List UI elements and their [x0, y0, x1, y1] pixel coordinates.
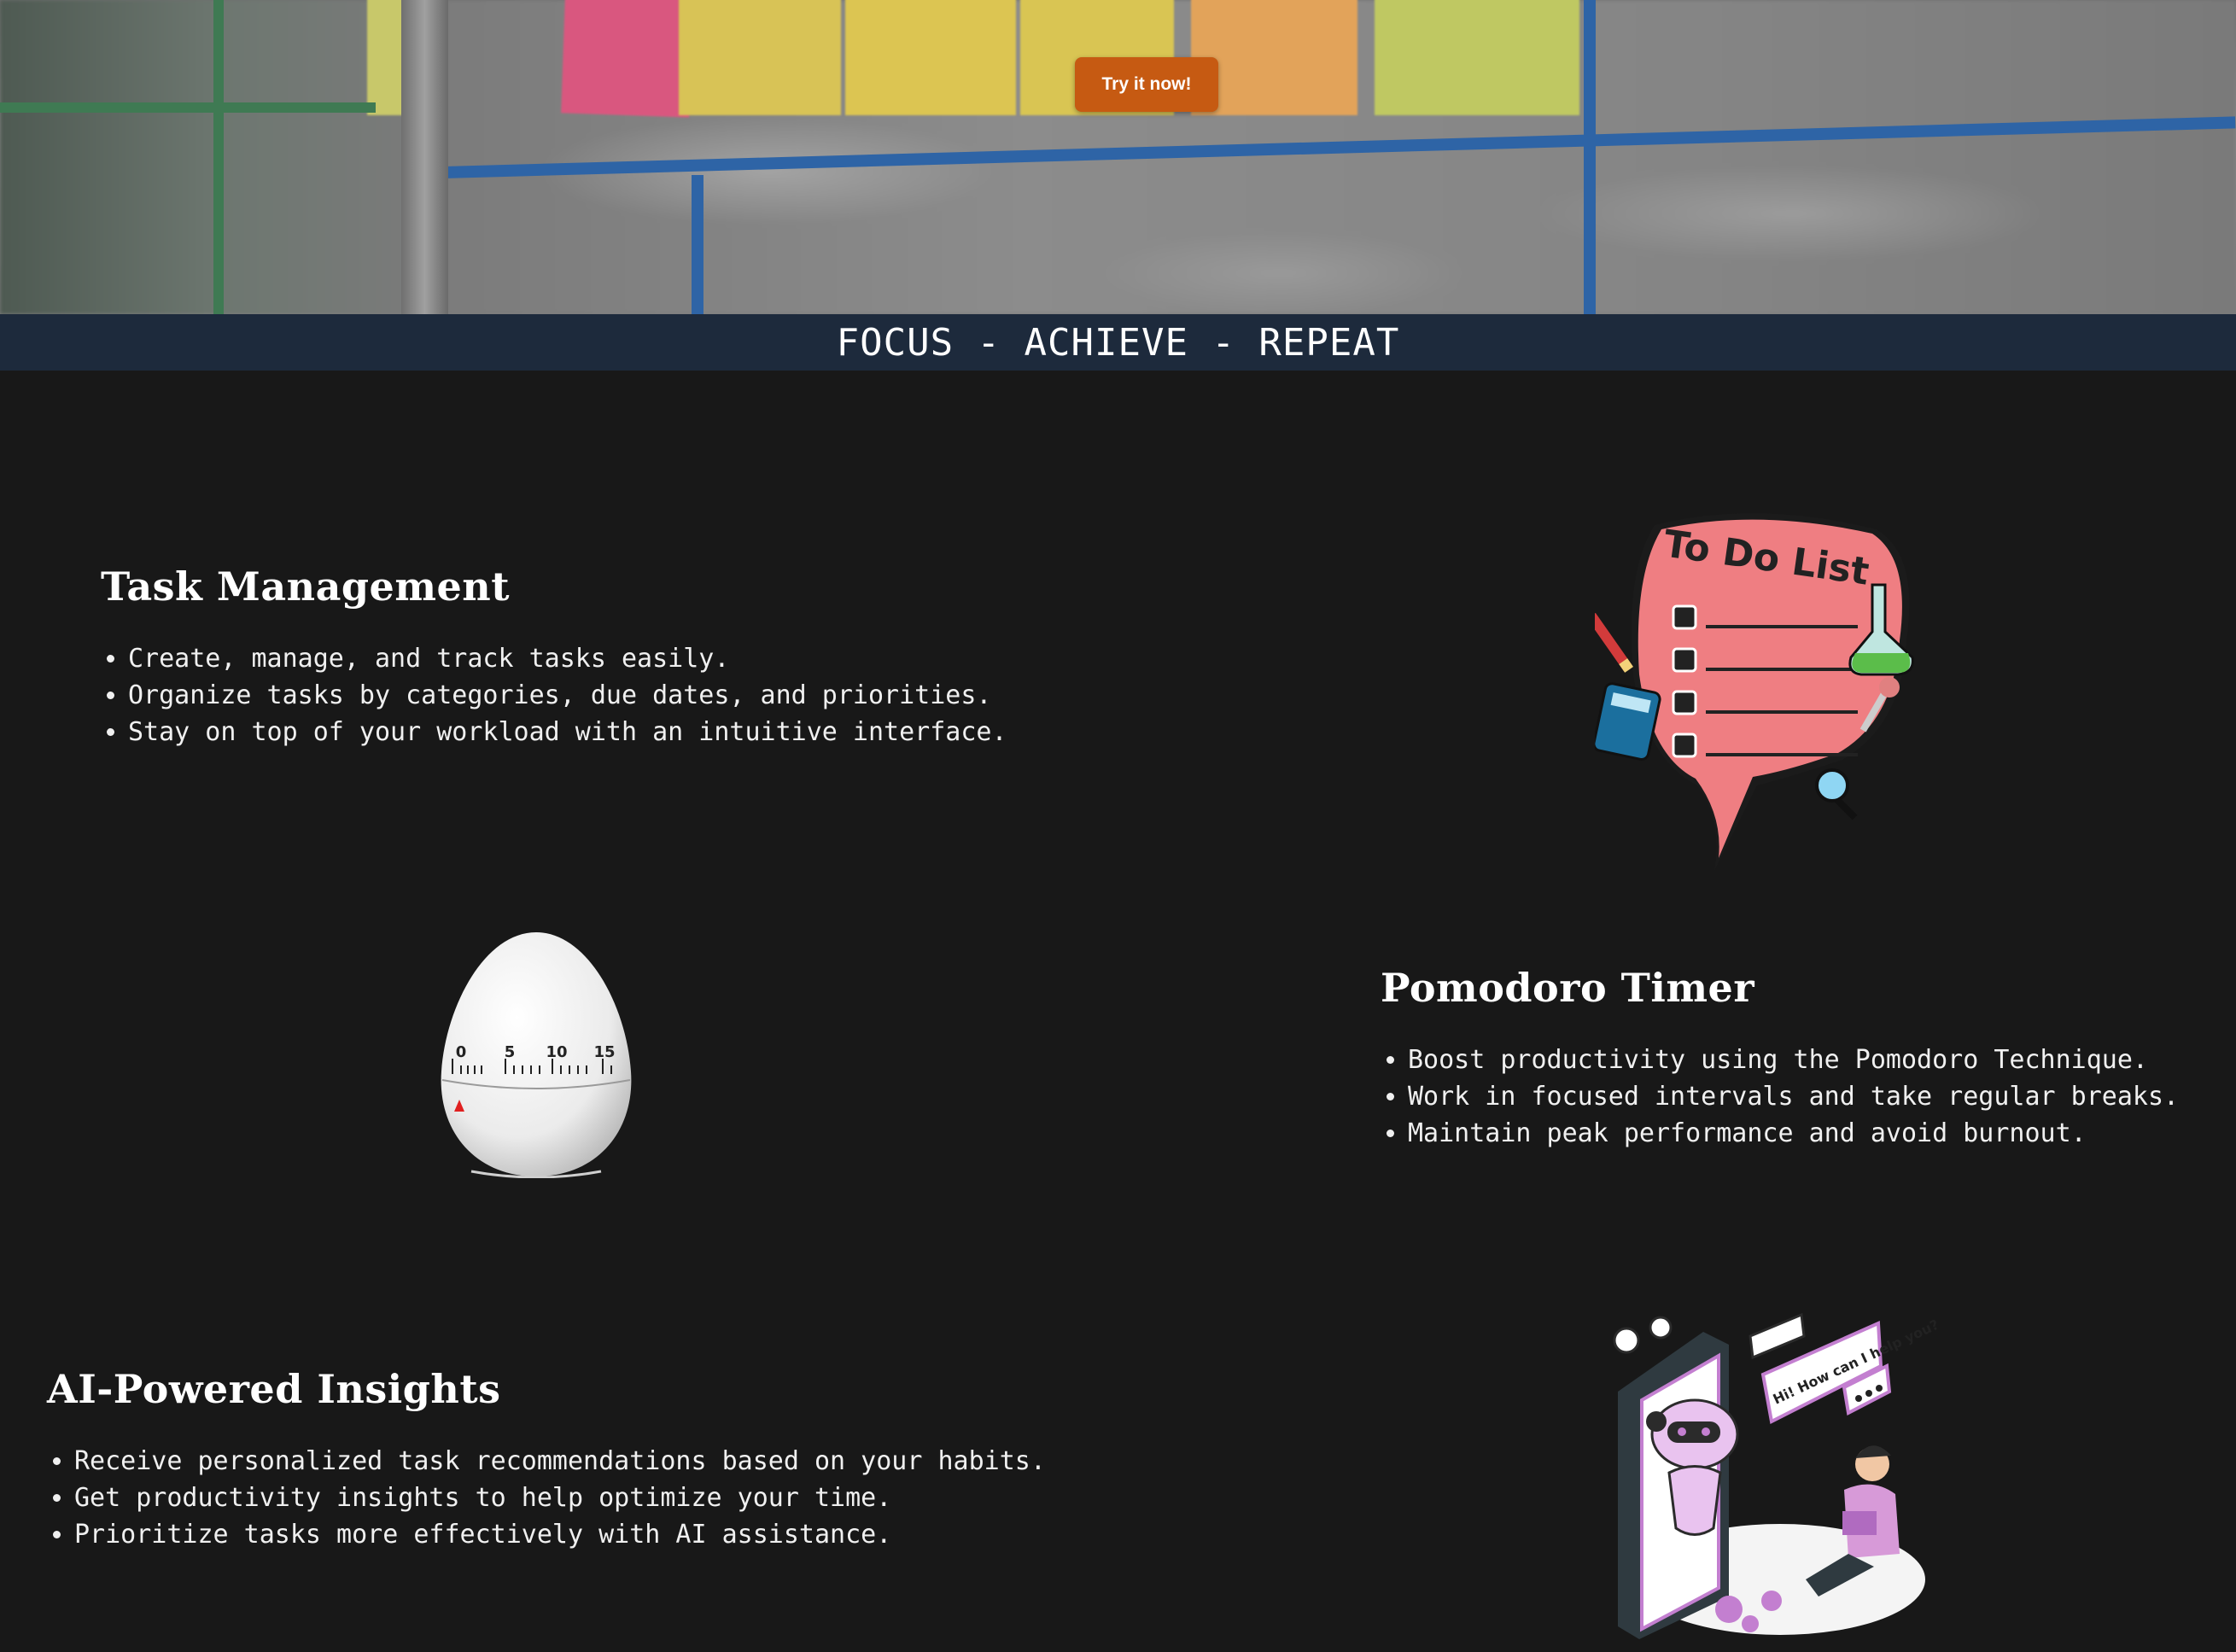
gear-icon — [1613, 1316, 1673, 1354]
feature-point: Work in focused intervals and take regul… — [1408, 1078, 2234, 1115]
board-frame — [1584, 0, 1596, 314]
try-it-now-button[interactable]: Try it now! — [1075, 57, 1218, 112]
board-frame — [213, 0, 224, 314]
feature-points: Receive personalized task recommendation… — [47, 1443, 1157, 1553]
dial-label: 15 — [593, 1043, 615, 1061]
sticky-note — [679, 0, 841, 115]
tagline-banner: FOCUS - ACHIEVE - REPEAT — [0, 314, 2236, 371]
feature-point: Boost productivity using the Pomodoro Te… — [1408, 1042, 2234, 1078]
wifi-icon — [1749, 1312, 1806, 1360]
calculator-icon — [1595, 682, 1661, 761]
sticky-note — [845, 0, 1016, 115]
ai-assistant-illustration: Hi! How can I help you? — [1613, 1312, 1938, 1639]
dial-label: 0 — [456, 1043, 467, 1061]
feature-point: Create, manage, and track tasks easily. — [128, 640, 1125, 677]
tagline-text: FOCUS - ACHIEVE - REPEAT — [836, 320, 1400, 365]
feature-point: Prioritize tasks more effectively with A… — [74, 1516, 1157, 1553]
feature-point: Receive personalized task recommendation… — [74, 1443, 1157, 1480]
egg-timer-image: 0 5 10 15 — [441, 932, 632, 1178]
feature-point: Maintain peak performance and avoid burn… — [1408, 1115, 2234, 1152]
feature-task-management: Task Management Create, manage, and trac… — [101, 563, 1125, 750]
feature-title: Task Management — [101, 563, 510, 610]
feature-ai-insights: AI-Powered Insights Receive personalized… — [47, 1366, 1157, 1553]
board-frame — [0, 102, 376, 113]
board-pole — [401, 0, 448, 314]
pencil-icon — [1595, 612, 1634, 673]
feature-points: Create, manage, and track tasks easily. … — [101, 640, 1125, 750]
feature-point: Organize tasks by categories, due dates,… — [128, 677, 1125, 714]
feature-title: Pomodoro Timer — [1381, 965, 1755, 1011]
dial-label: 10 — [546, 1043, 567, 1061]
to-do-list-illustration: To Do List — [1595, 513, 1914, 871]
dial-label: 5 — [505, 1043, 516, 1061]
sticky-note — [561, 0, 694, 118]
sticky-note — [1375, 0, 1579, 115]
feature-pomodoro-timer: Pomodoro Timer Boost productivity using … — [1381, 965, 2234, 1152]
feature-points: Boost productivity using the Pomodoro Te… — [1381, 1042, 2234, 1152]
feature-point: Get productivity insights to help optimi… — [74, 1480, 1157, 1516]
board-frame — [692, 175, 703, 314]
feature-point: Stay on top of your workload with an int… — [128, 714, 1125, 750]
hero-section: Try it now! — [0, 0, 2236, 314]
feature-title: AI-Powered Insights — [47, 1366, 501, 1412]
magnifier-icon — [1815, 768, 1858, 820]
